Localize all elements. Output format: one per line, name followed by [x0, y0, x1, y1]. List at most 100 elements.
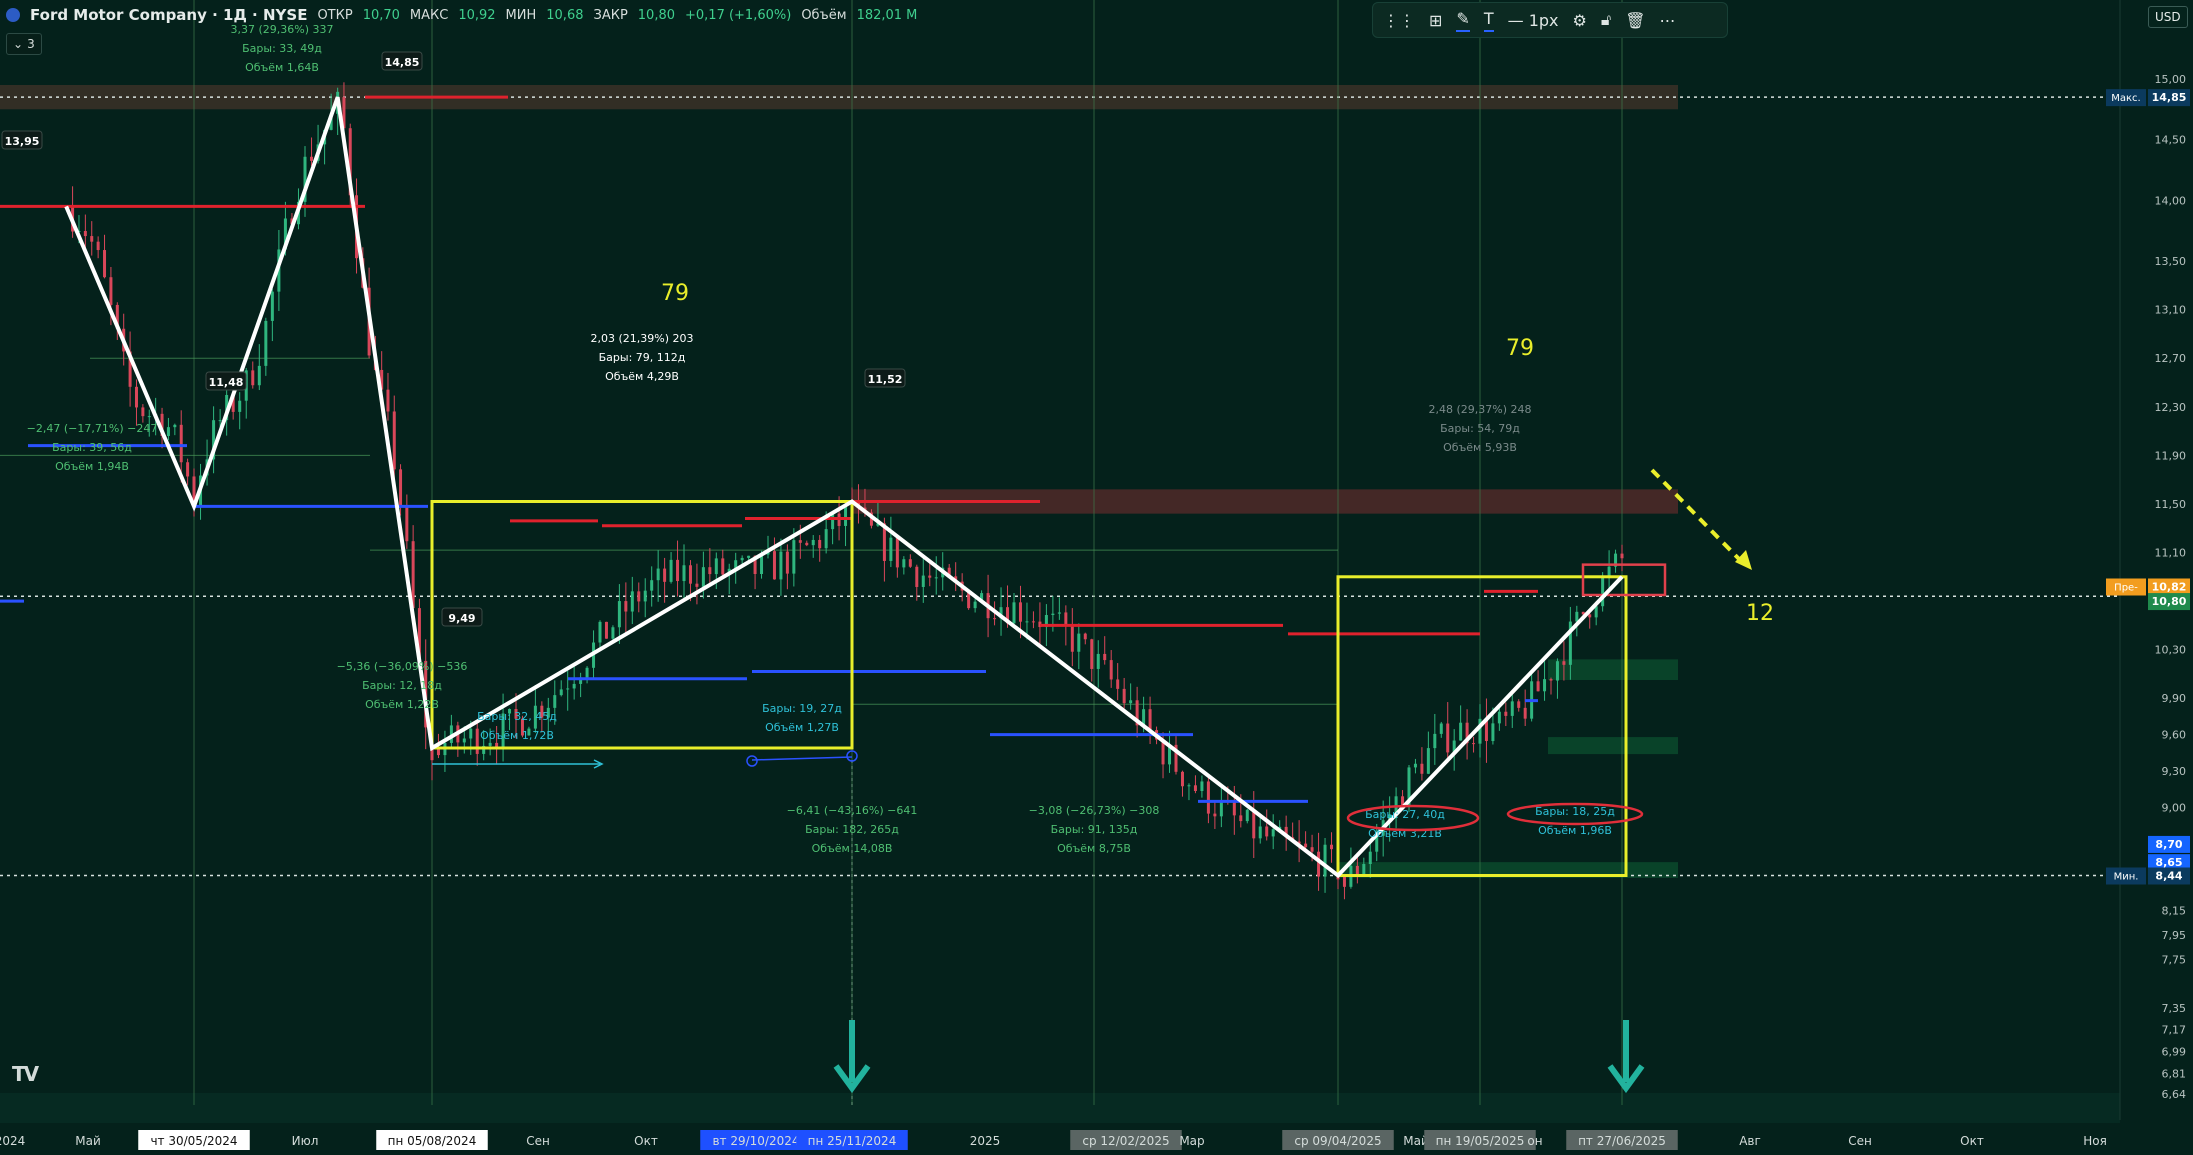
candle-body: [1252, 809, 1256, 839]
measurement-1-line-0: −2,47 (−17,71%) −247: [27, 422, 158, 435]
candle-body: [1258, 826, 1262, 839]
candle-body: [1504, 711, 1508, 716]
candle-body: [1555, 661, 1559, 681]
candle-body: [824, 529, 828, 549]
measurement-2-line-2: Объём 1,22B: [365, 698, 439, 711]
candle-body: [1090, 639, 1094, 669]
candle-body: [1472, 743, 1476, 745]
candle-body: [264, 320, 268, 366]
symbol-title[interactable]: Ford Motor Company · 1Д · NYSE: [30, 6, 307, 24]
candle-body: [656, 568, 660, 581]
candle-body: [1083, 633, 1087, 640]
price-tag-value-1: 10,82: [2152, 581, 2187, 594]
price-tag-value-3: 8,70: [2155, 838, 2182, 851]
candle-body: [251, 370, 255, 386]
measurement-6-line-0: −6,41 (−43,16%) −641: [787, 804, 918, 817]
line-width-button[interactable]: — 1px: [1508, 11, 1559, 30]
candle-body: [1070, 626, 1074, 652]
measurement-5-line-0: Бары: 19, 27д: [762, 702, 842, 715]
candle-body: [811, 539, 815, 546]
candle-body: [643, 590, 647, 602]
time-label-1: Май: [75, 1134, 101, 1148]
close-label: ЗАКР: [593, 7, 628, 23]
price-tick-13: 9,90: [2162, 692, 2187, 705]
candle-body: [1025, 621, 1029, 623]
candle-body: [663, 568, 667, 582]
layout-icon[interactable]: ⊞: [1429, 11, 1442, 30]
candle-body: [1245, 809, 1249, 822]
price-tick-15: 9,30: [2162, 765, 2187, 778]
candle-body: [1510, 701, 1514, 716]
trash-icon[interactable]: 🗑︎: [1625, 11, 1645, 30]
volume-label: Объём: [801, 7, 847, 23]
support-zone-2: [1548, 737, 1678, 755]
measurement-7-line-1: Бары: 91, 135д: [1051, 823, 1138, 836]
time-label-16: пт 27/06/2025: [1578, 1134, 1666, 1148]
candle-body: [1206, 781, 1210, 814]
zones-layer: [0, 85, 2120, 1123]
candle-body: [1239, 815, 1243, 822]
measurement-6-line-2: Объём 14,08B: [812, 842, 893, 855]
price-tick-24: 6,64: [2162, 1088, 2187, 1101]
drawing-toolbar: ⋮⋮ ⊞ ✎ T — 1px ⚙ 🔓︎ 🗑︎ ⋯: [1372, 2, 1728, 38]
time-label-4: пн 05/08/2024: [388, 1134, 477, 1148]
candle-body: [1109, 660, 1113, 680]
time-label-2: чт 30/05/2024: [150, 1134, 237, 1148]
text-icon[interactable]: T: [1483, 9, 1494, 32]
price-tag-value-4: 8,65: [2155, 856, 2182, 869]
measurement-3-line-1: Бары: 79, 112д: [599, 351, 686, 364]
candle-body: [103, 250, 107, 278]
settings-icon[interactable]: ⚙: [1573, 11, 1587, 30]
time-label-20: Ноя: [2083, 1134, 2107, 1148]
candle-body: [973, 601, 977, 609]
pencil-icon[interactable]: ✎: [1456, 9, 1470, 32]
candle-body: [1588, 614, 1592, 618]
price-tick-1: 15,00: [2155, 73, 2187, 86]
price-tag-label-0: Макс.: [2111, 93, 2140, 104]
currency-selector[interactable]: USD: [2148, 6, 2188, 28]
candle-body: [1232, 802, 1236, 816]
candle-body: [740, 557, 744, 561]
price-tag-label-5: Мин.: [2114, 872, 2139, 883]
candle-body: [902, 559, 906, 568]
candle-body: [688, 565, 692, 584]
candle-body: [469, 728, 473, 739]
candle-body: [83, 230, 87, 237]
candle-body: [772, 551, 776, 580]
price-tick-12: 10,30: [2155, 644, 2187, 657]
measurement-8-line-2: Объём 5,93B: [1443, 441, 1517, 454]
candle-body: [166, 427, 170, 436]
more-icon[interactable]: ⋯: [1660, 11, 1676, 30]
candle-body: [1031, 621, 1035, 623]
measurement-4-line-0: Бары: 32, 45д: [477, 710, 557, 723]
candle-body: [1562, 661, 1566, 665]
high-value: 10,92: [458, 7, 496, 23]
drag-handle-icon[interactable]: ⋮⋮: [1383, 11, 1415, 30]
lock-icon[interactable]: 🔓︎: [1601, 10, 1611, 30]
price-chart[interactable]: 13,9511,4814,859,4911,5279793,37 (29,36%…: [0, 0, 2193, 1155]
candle-body: [650, 580, 654, 591]
time-axis[interactable]: 2024 Май чт 30/05/2024 Июл пн 05/08/2024 Сен О…: [0, 1125, 2120, 1155]
indicators-collapse-button[interactable]: ⌄ 3: [6, 33, 42, 55]
measurement-2-line-0: −5,36 (−36,09%) −536: [337, 660, 468, 673]
candle-body: [405, 506, 409, 542]
candle-body: [1057, 612, 1061, 614]
pivot-label-3: 9,49: [448, 612, 475, 625]
candle-body: [1426, 748, 1430, 774]
measurement-0-line-2: Объём 1,64B: [245, 61, 319, 74]
candle-body: [1517, 701, 1521, 708]
candle-body: [1265, 826, 1269, 837]
price-axis[interactable]: 15,5015,0014,5014,0013,5013,1012,7012,30…: [2106, 0, 2193, 1155]
annotations-layer: 13,9511,4814,859,4911,5279793,37 (29,36%…: [1, 23, 1774, 1094]
time-label-7: вт 29/10/2024: [712, 1134, 799, 1148]
bottom-band: [0, 1093, 2120, 1123]
price-tag-value-2: 10,80: [2152, 595, 2187, 608]
time-label-9: 2025: [970, 1134, 1001, 1148]
candle-body: [1187, 785, 1191, 787]
measurement-3-line-2: Объём 4,29B: [605, 370, 679, 383]
candle-body: [90, 236, 94, 242]
time-label-17: Авг: [1739, 1134, 1761, 1148]
candle-body: [604, 621, 608, 639]
candle-body: [386, 389, 390, 412]
candle-body: [1012, 602, 1016, 624]
